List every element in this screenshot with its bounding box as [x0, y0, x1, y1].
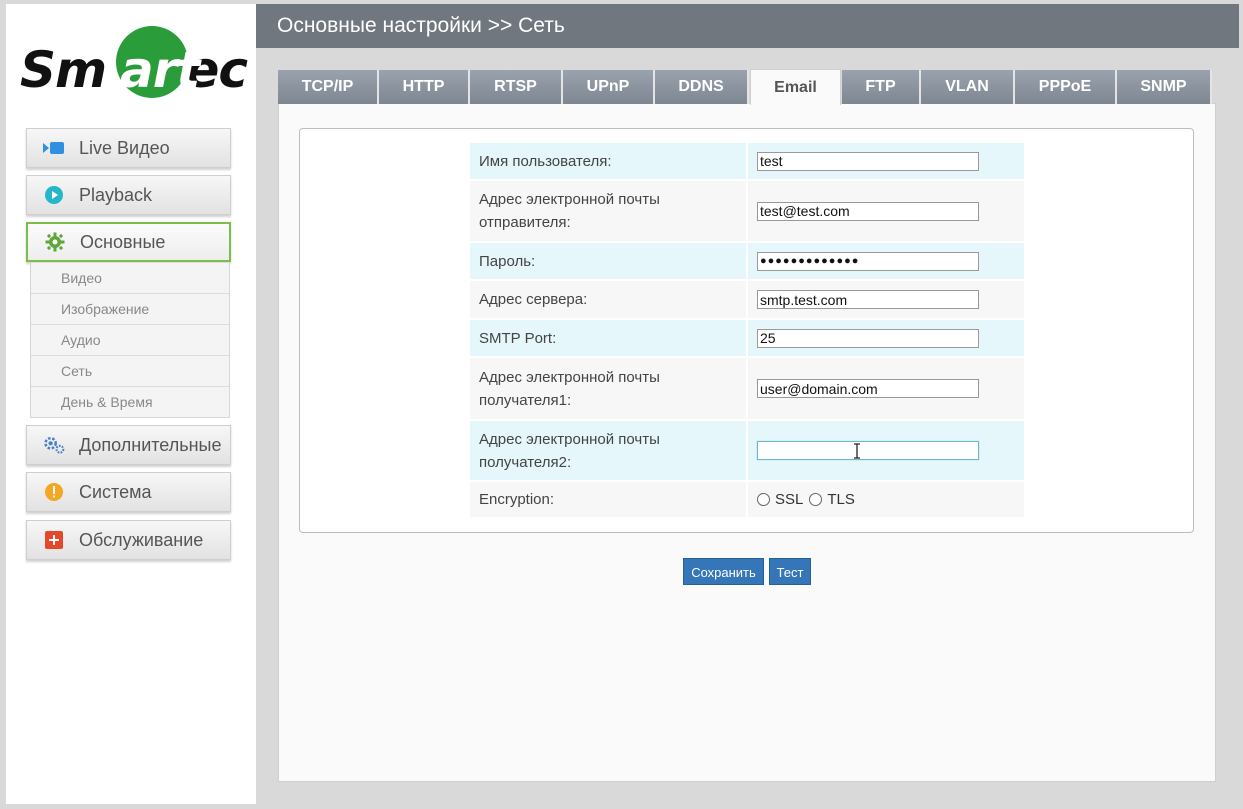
save-button[interactable]: Сохранить [683, 558, 764, 585]
submenu-image[interactable]: Изображение [31, 293, 229, 324]
encryption-tls-radio[interactable]: TLS [809, 491, 855, 508]
play-icon [43, 184, 65, 206]
recipient2-label: Адрес электронной почты получателя2: [470, 421, 746, 480]
username-input[interactable] [757, 151, 979, 171]
sender-label: Адрес электронной почты отправителя: [470, 181, 746, 241]
tab-ftp[interactable]: FTP [842, 70, 921, 104]
basic-submenu: Видео Изображение Аудио Сеть День & Врем… [30, 262, 230, 418]
server-label: Адрес сервера: [470, 281, 746, 318]
menu-playback-label: Playback [79, 184, 153, 205]
menu-maintenance-label: Обслуживание [79, 529, 204, 550]
menu-live-video[interactable]: Live Видео [26, 128, 231, 168]
username-label: Имя пользователя: [470, 143, 746, 179]
submenu-date-time[interactable]: День & Время [31, 386, 229, 417]
text-cursor-icon [854, 443, 860, 459]
tab-snmp[interactable]: SNMP [1117, 70, 1212, 104]
plus-icon [43, 529, 65, 551]
row-encryption: Encryption: SSL TLS [470, 482, 1024, 517]
sender-email-input[interactable] [757, 201, 979, 221]
password-label: Пароль: [470, 243, 746, 279]
menu-system[interactable]: Система [26, 472, 231, 512]
submenu-audio[interactable]: Аудио [31, 324, 229, 355]
tab-email[interactable]: Email [750, 69, 841, 105]
row-server: Адрес сервера: [470, 281, 1024, 318]
menu-advanced[interactable]: Дополнительные [26, 425, 231, 465]
menu-system-label: Система [79, 481, 152, 502]
row-username: Имя пользователя: [470, 143, 1024, 179]
tls-radio-circle[interactable] [809, 493, 823, 506]
tab-ddns[interactable]: DDNS [655, 70, 749, 104]
encryption-ssl-radio[interactable]: SSL [757, 491, 803, 508]
row-recipient2: Адрес электронной почты получателя2: [470, 421, 1024, 480]
smartec-logo: Smartec art [20, 26, 248, 112]
ssl-label: SSL [775, 491, 804, 508]
logo-text-highlight: art [120, 41, 200, 99]
page-title: Основные настройки >> Сеть [256, 4, 1239, 48]
menu-basic-label: Основные [80, 231, 166, 252]
tab-rtsp[interactable]: RTSP [470, 70, 563, 104]
test-button[interactable]: Тест [769, 558, 811, 585]
gear-icon [44, 231, 66, 253]
tab-http[interactable]: HTTP [379, 70, 470, 104]
menu-advanced-label: Дополнительные [79, 434, 222, 455]
recipient1-label: Адрес электронной почты получателя1: [470, 358, 746, 419]
alert-icon [43, 481, 65, 503]
tab-pppoe[interactable]: PPPoE [1015, 70, 1117, 104]
menu-basic[interactable]: Основные [26, 222, 231, 262]
row-password: Пароль: ●●●●●●●●●●●●● [470, 243, 1024, 279]
recipient1-email-input[interactable] [757, 379, 979, 398]
password-input[interactable]: ●●●●●●●●●●●●● [757, 251, 979, 271]
submenu-video[interactable]: Видео [31, 262, 229, 293]
smtp-port-input[interactable] [757, 328, 979, 348]
ssl-radio-circle[interactable] [757, 493, 770, 506]
tab-vlan[interactable]: VLAN [921, 70, 1015, 104]
row-sender: Адрес электронной почты отправителя: [470, 181, 1024, 241]
tls-label: TLS [827, 491, 855, 508]
row-recipient1: Адрес электронной почты получателя1: [470, 358, 1024, 419]
menu-maintenance[interactable]: Обслуживание [26, 520, 231, 560]
menu-playback[interactable]: Playback [26, 175, 231, 215]
submenu-network[interactable]: Сеть [31, 355, 229, 386]
encryption-label: Encryption: [470, 482, 746, 517]
menu-live-video-label: Live Видео [79, 137, 170, 158]
sidebar: Smartec art Live Видео Playback Основные… [6, 4, 256, 804]
row-smtp-port: SMTP Port: [470, 320, 1024, 356]
recipient2-email-input[interactable] [757, 441, 979, 460]
tab-upnp[interactable]: UPnP [563, 70, 655, 104]
smtp-port-label: SMTP Port: [470, 320, 746, 356]
gears-icon [43, 434, 65, 456]
tab-tcpip[interactable]: TCP/IP [278, 70, 379, 104]
live-video-icon [43, 137, 65, 159]
server-address-input[interactable] [757, 290, 979, 309]
